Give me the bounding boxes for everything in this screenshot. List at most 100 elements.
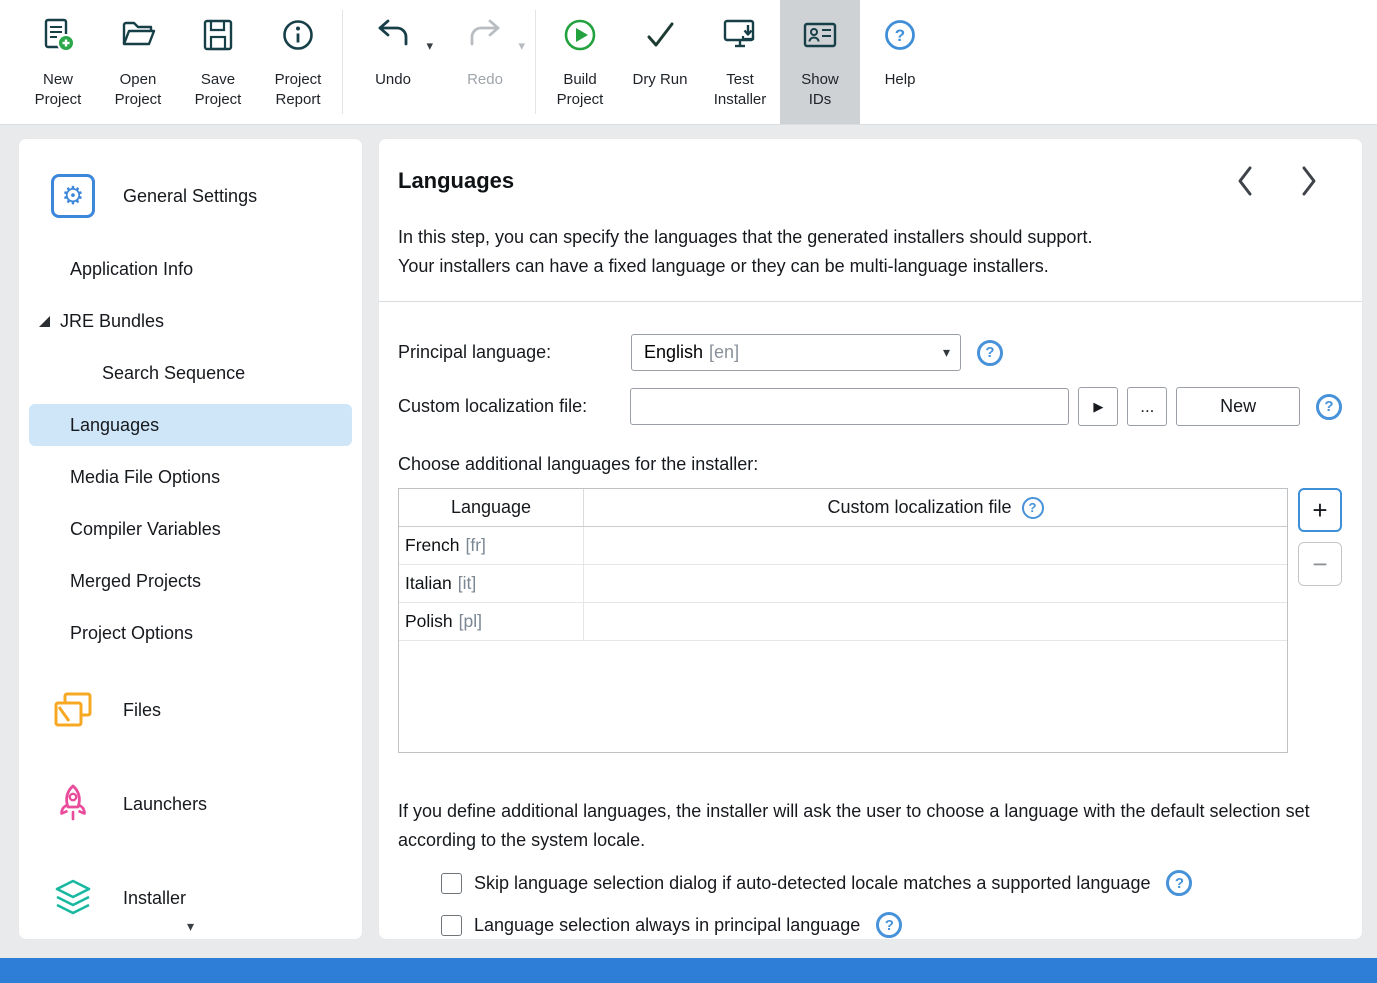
- custom-file-cell[interactable]: [584, 527, 1287, 564]
- help-icon-skip-language[interactable]: ?: [1166, 870, 1192, 896]
- additional-languages-note: If you define additional languages, the …: [398, 797, 1342, 854]
- intro-line-1: In this step, you can specify the langua…: [398, 223, 1342, 252]
- nav-forward-icon[interactable]: [1298, 165, 1320, 197]
- help-icon-principal-language[interactable]: ?: [977, 340, 1003, 366]
- sidebar-label: General Settings: [123, 186, 257, 207]
- sidebar-label: Search Sequence: [102, 363, 245, 384]
- redo-icon: [467, 12, 503, 58]
- additional-languages-table[interactable]: Language Custom localization file ? Fren…: [398, 488, 1288, 753]
- sidebar-item-search-sequence[interactable]: Search Sequence: [19, 347, 362, 399]
- principal-selection-checkbox[interactable]: [441, 915, 462, 936]
- principal-language-label: Principal language:: [398, 342, 631, 363]
- open-project-button[interactable]: Open Project: [98, 0, 178, 124]
- test-installer-label: Test Installer: [700, 70, 780, 109]
- sidebar-label: Compiler Variables: [70, 519, 221, 540]
- help-icon-custom-localization[interactable]: ?: [1316, 394, 1342, 420]
- save-project-button[interactable]: Save Project: [178, 0, 258, 124]
- gear-icon: ⚙: [51, 174, 95, 218]
- info-icon: [280, 12, 316, 58]
- browse-button[interactable]: ...: [1127, 387, 1167, 426]
- custom-file-cell[interactable]: [584, 565, 1287, 602]
- table-header: Language Custom localization file ?: [399, 489, 1287, 527]
- toolbar-separator: [535, 10, 536, 114]
- undo-label: Undo: [375, 70, 411, 90]
- remove-language-button[interactable]: −: [1298, 542, 1342, 586]
- column-header-label: Language: [451, 497, 531, 518]
- column-header-custom-file[interactable]: Custom localization file ?: [584, 489, 1287, 526]
- column-header-label: Custom localization file: [827, 497, 1011, 518]
- skip-language-dialog-row: Skip language selection dialog if auto-d…: [398, 870, 1342, 896]
- custom-localization-input[interactable]: [630, 388, 1069, 425]
- build-play-icon: [562, 12, 598, 58]
- checkmark-icon: [642, 12, 678, 58]
- id-badge-icon: [801, 12, 839, 58]
- language-name: French: [405, 535, 459, 556]
- selected-item-highlight: Languages: [29, 404, 352, 446]
- sidebar-item-general-settings[interactable]: ⚙ General Settings: [19, 168, 362, 224]
- dry-run-button[interactable]: Dry Run: [620, 0, 700, 124]
- nav-back-icon[interactable]: [1234, 165, 1256, 197]
- custom-file-cell[interactable]: [584, 603, 1287, 640]
- show-ids-label: Show IDs: [790, 70, 850, 109]
- principal-language-combobox[interactable]: English [en] ▾: [631, 334, 961, 371]
- dropdown-caret-icon: ▾: [943, 344, 950, 361]
- add-language-button[interactable]: +: [1298, 488, 1342, 532]
- save-project-label: Save Project: [178, 70, 258, 109]
- language-name: Polish: [405, 611, 453, 632]
- sidebar-label: Project Options: [70, 623, 193, 644]
- help-button[interactable]: ? Help: [860, 0, 940, 124]
- redo-label: Redo: [467, 70, 503, 90]
- files-icon: [51, 690, 95, 730]
- undo-dropdown-icon[interactable]: ▾: [426, 38, 433, 54]
- play-icon: ▶: [1093, 399, 1103, 415]
- sidebar-item-files[interactable]: Files: [19, 682, 362, 738]
- project-report-button[interactable]: Project Report: [258, 0, 338, 124]
- main-panel: Languages In this step, you can specify …: [378, 138, 1363, 940]
- undo-icon: [375, 12, 411, 58]
- page-title: Languages: [398, 168, 514, 194]
- open-folder-icon: [120, 12, 156, 58]
- sidebar-label: Media File Options: [70, 467, 220, 488]
- help-icon-principal-selection[interactable]: ?: [876, 912, 902, 938]
- toolbar-separator: [342, 10, 343, 114]
- sidebar-item-compiler-variables[interactable]: Compiler Variables: [19, 503, 362, 555]
- sidebar-item-launchers[interactable]: Launchers: [19, 776, 362, 832]
- sidebar-item-media-file-options[interactable]: Media File Options: [19, 451, 362, 503]
- sidebar-item-jre-bundles[interactable]: JRE Bundles: [19, 295, 362, 347]
- new-localization-button[interactable]: New: [1176, 387, 1300, 426]
- tree-expander-icon[interactable]: [39, 316, 50, 327]
- table-row[interactable]: French [fr]: [399, 527, 1287, 565]
- sidebar-item-project-options[interactable]: Project Options: [19, 607, 362, 659]
- table-row[interactable]: Italian [it]: [399, 565, 1287, 603]
- open-project-label: Open Project: [98, 70, 178, 109]
- redo-dropdown-icon[interactable]: ▾: [518, 38, 525, 54]
- undo-button[interactable]: Undo ▾: [347, 0, 439, 124]
- sidebar-item-merged-projects[interactable]: Merged Projects: [19, 555, 362, 607]
- skip-language-checkbox[interactable]: [441, 873, 462, 894]
- divider: [379, 301, 1362, 302]
- sidebar-item-languages[interactable]: Languages: [19, 399, 362, 451]
- insert-variable-button[interactable]: ▶: [1078, 387, 1118, 426]
- show-ids-button[interactable]: Show IDs: [780, 0, 860, 124]
- sidebar-label: Files: [123, 700, 161, 721]
- sidebar-item-application-info[interactable]: Application Info: [19, 243, 362, 295]
- test-installer-button[interactable]: Test Installer: [700, 0, 780, 124]
- new-project-icon: [40, 12, 76, 58]
- installer-layers-icon: [51, 878, 95, 918]
- principal-language-selection-row: Language selection always in principal l…: [398, 912, 1342, 938]
- svg-text:?: ?: [895, 26, 905, 45]
- table-row[interactable]: Polish [pl]: [399, 603, 1287, 641]
- build-project-label: Build Project: [540, 70, 620, 109]
- plus-icon: +: [1312, 495, 1327, 526]
- build-project-button[interactable]: Build Project: [540, 0, 620, 124]
- new-project-button[interactable]: New Project: [18, 0, 98, 124]
- minus-icon: −: [1312, 549, 1327, 580]
- language-code: [pl]: [459, 611, 482, 632]
- help-icon-custom-file-column[interactable]: ?: [1022, 497, 1044, 519]
- save-icon: [200, 12, 236, 58]
- bottom-progress-bar: [0, 958, 1377, 983]
- column-header-language[interactable]: Language: [399, 489, 584, 526]
- sidebar-scroll-down-icon[interactable]: ▾: [19, 918, 362, 935]
- redo-button[interactable]: Redo ▾: [439, 0, 531, 124]
- intro-text: In this step, you can specify the langua…: [398, 223, 1342, 281]
